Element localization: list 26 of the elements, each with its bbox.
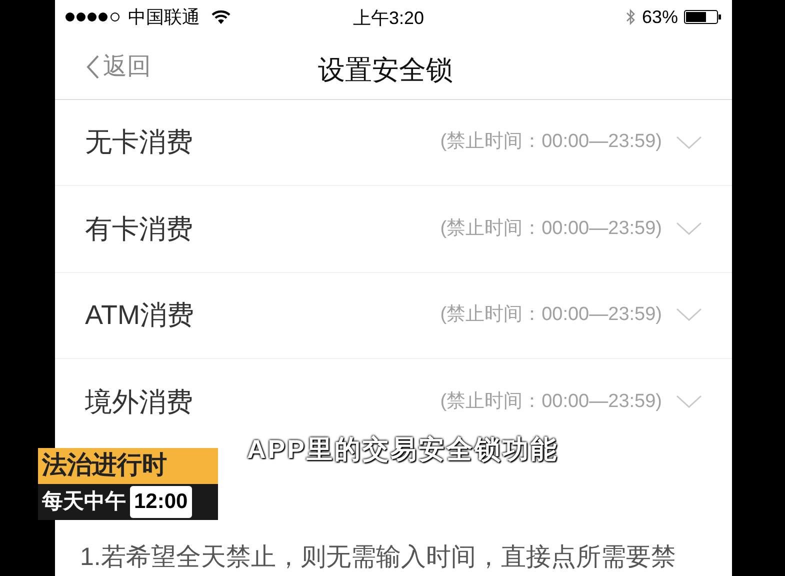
chevron-down-icon xyxy=(676,308,702,322)
subtitle-caption: APP里的交易安全锁功能 xyxy=(247,433,558,466)
row-label[interactable]: 有卡消费 xyxy=(85,208,193,250)
time-range: (禁止时间：00:00—23:59) xyxy=(440,390,662,414)
bluetooth-icon xyxy=(626,8,636,26)
chevron-left-icon xyxy=(85,54,101,80)
time-range: (禁止时间：00:00—23:59) xyxy=(440,216,662,241)
chevron-down-icon xyxy=(676,395,702,410)
time-range: (禁止时间：00:00—23:59) xyxy=(440,130,662,154)
page-title: 设置安全锁 xyxy=(318,54,453,88)
instruction-text: 1.若希望全天禁止，则无需输入时间，直接点所需要禁 xyxy=(79,542,677,573)
status-time: 上午3:20 xyxy=(353,7,424,30)
battery-icon xyxy=(684,10,722,24)
chevron-down-icon xyxy=(676,222,702,236)
row-label[interactable]: 无卡消费 xyxy=(85,122,193,163)
air-time: 12:00 xyxy=(130,486,192,518)
time-range: (禁止时间：00:00—23:59) xyxy=(440,303,662,328)
battery-percent: 63% xyxy=(642,6,678,29)
row-label[interactable]: ATM消费 xyxy=(85,295,194,336)
carrier-name: 中国联通 xyxy=(128,6,200,29)
wifi-icon xyxy=(211,10,231,25)
schedule-text: 每天中午 xyxy=(42,489,126,516)
program-title: 法治进行时 xyxy=(38,448,218,484)
row-label[interactable]: 境外消费 xyxy=(85,382,193,422)
back-button[interactable]: 返回 xyxy=(85,48,151,85)
chevron-down-icon xyxy=(676,136,702,150)
